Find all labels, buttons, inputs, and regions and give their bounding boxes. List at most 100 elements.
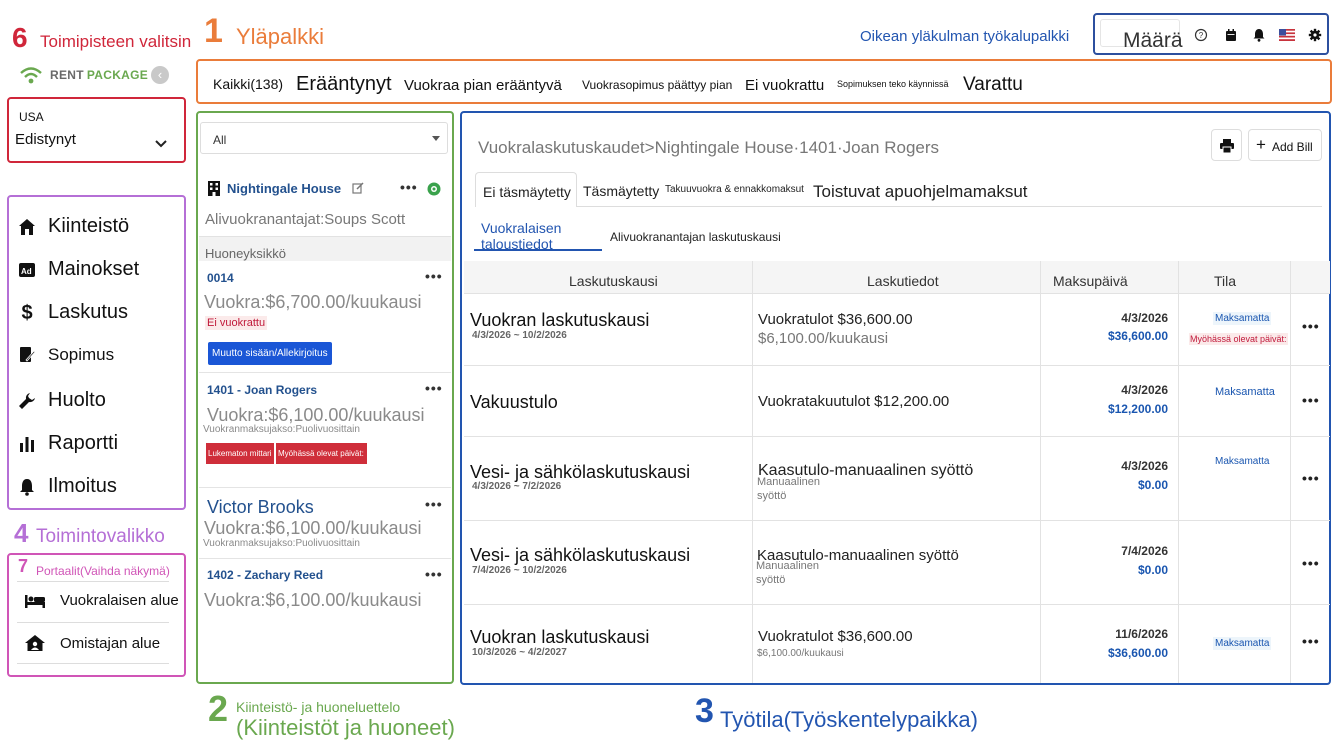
row-more-icon[interactable]: ••• [1302,633,1320,649]
table-row-range: 7/4/2026 ~ 10/2/2026 [472,565,567,576]
tab-unreconciled-label: Ei täsmäytetty [483,184,571,200]
divider [464,436,1330,437]
wifi-house-icon [20,67,42,84]
portal-tenant[interactable]: Vuokralaisen alue [24,592,179,609]
menu-item-laskutus[interactable]: $ Laskutus [18,301,128,324]
calendar-icon[interactable] [1224,28,1238,42]
print-icon [1220,139,1234,153]
subtab-sublandlord-billing[interactable]: Alivuokranantajan laskutuskausi [610,230,781,244]
room-more-icon[interactable]: ••• [425,496,443,512]
table-row-info-sub: Manuaalinen syöttö [757,476,820,502]
svg-text:?: ? [1199,31,1204,40]
sublandlord: Alivuokranantajat:Soups Scott [205,211,406,228]
settings-gear-icon[interactable] [1308,28,1322,42]
menu-item-label: Laskutus [48,301,129,323]
table-row-period[interactable]: Vakuustulo [470,392,558,413]
filter-contract-in-progress[interactable]: Sopimuksen teko käynnissä [837,79,949,89]
toolbar-quantity[interactable]: Määrä [1123,29,1183,53]
annotation-label-selector: Toimipisteen valitsin [40,32,192,51]
chevron-down-icon[interactable] [155,140,167,148]
table-row-amount: $0.00 [1137,478,1168,492]
menu-item-label: Kiinteistö [48,215,130,237]
tab-unreconciled[interactable]: Ei täsmäytetty [475,172,577,207]
menu-item-label: Ilmoitus [48,475,117,497]
property-name[interactable]: Nightingale House [227,181,341,196]
portal-tenant-label: Vuokralaisen alue [60,592,179,609]
ad-icon: Ad [19,262,35,277]
divider [464,293,1330,294]
menu-item-label: Sopimus [48,345,115,364]
portal-owner[interactable]: Omistajan alue [24,634,160,652]
divider [199,558,451,559]
row-more-icon[interactable]: ••• [1302,318,1320,334]
dollar-icon: $ [21,301,33,324]
print-button[interactable] [1211,129,1242,161]
column-payment-date: Maksupäivä [1053,273,1128,289]
property-filter-select[interactable]: All [200,122,448,154]
table-row-period[interactable]: Vuokran laskutuskausi [470,310,649,331]
table-row-period[interactable]: Vesi- ja sähkölaskutuskausi [470,462,690,483]
subtab-tenant-finance[interactable]: Vuokralaisen taloustiedot [474,219,602,251]
row-more-icon[interactable]: ••• [1302,392,1320,408]
filter-rent-due-soon[interactable]: Vuokraa pian erääntyvä [404,77,562,94]
table-row-period[interactable]: Vesi- ja sähkölaskutuskausi [470,545,690,566]
divider [1178,261,1179,683]
property-header[interactable]: Nightingale House ••• [207,179,447,200]
add-bill-button[interactable]: + Add Bill [1248,129,1322,161]
visible-eye-icon[interactable] [427,182,441,196]
us-flag-icon[interactable] [1279,29,1295,41]
tab-reconciled[interactable]: Täsmäytetty [583,183,659,199]
menu-item-ilmoitus[interactable]: Ilmoitus [18,475,117,498]
chevron-left-icon[interactable]: ‹ [151,66,169,84]
divider [464,520,1330,521]
badge-unread-meter: Lukematon mittari [206,443,274,464]
menu-item-raportti[interactable]: Raportti [18,432,118,455]
menu-item-kiinteisto[interactable]: Kiinteistö [18,215,129,238]
tab-recurring-utilities[interactable]: Toistuvat apuohjelmamaksut [813,182,1028,202]
menu-item-huolto[interactable]: Huolto [18,389,106,412]
annotation-label-workspace: Työtila(Työskentelypaikka) [720,707,978,732]
table-row-period[interactable]: Vuokran laskutuskausi [470,627,649,648]
room-rent: Vuokra:$6,100.00/kuukausi [204,518,422,538]
table-row-date: 4/3/2026 [1121,459,1168,473]
room-code[interactable]: 1401 - Joan Rogers [207,383,317,397]
table-row-info: Vuokratakuutulot $12,200.00 [758,393,950,410]
filter-reserved[interactable]: Varattu [963,74,1023,96]
tab-deposits[interactable]: Takuuvuokra & ennakkomaksut [665,184,804,195]
location-value: Edistynyt [15,131,76,148]
filter-overdue[interactable]: Erääntynyt [296,73,392,96]
house-user-icon [25,635,45,651]
room-code[interactable]: 0014 [207,271,234,285]
annotation-label-menu: Toimintovalikko [36,526,165,547]
annotation-label-toolbar: Oikean yläkulman työkalupalkki [860,28,1070,45]
room-more-icon[interactable]: ••• [425,380,443,396]
menu-item-mainokset[interactable]: Ad Mainokset [18,258,139,281]
contract-icon [20,347,36,362]
subtab-tenant-finance-label: Vuokralaisen taloustiedot [481,220,562,251]
filter-not-rented[interactable]: Ei vuokrattu [745,77,824,94]
annotation-number-selector: 6 [12,22,28,53]
bell-icon[interactable] [1252,28,1266,42]
room-more-icon[interactable]: ••• [425,268,443,284]
table-row-date: 4/3/2026 [1121,383,1168,397]
status-badge: Maksamatta [1215,386,1275,398]
room-more-icon[interactable]: ••• [425,566,443,582]
filter-all[interactable]: Kaikki(138) [213,76,283,92]
divider [464,604,1330,605]
rent-package-logo: RENT PACKAGE [18,62,148,88]
property-more-icon[interactable]: ••• [400,179,418,195]
menu-item-sopimus[interactable]: Sopimus [18,345,114,365]
tenant-name[interactable]: Victor Brooks [207,497,314,518]
room-payment-cycle: Vuokranmaksujakso:Puolivuosittain [203,538,360,549]
edit-icon[interactable] [352,182,364,194]
help-icon[interactable]: ? [1194,28,1208,42]
row-more-icon[interactable]: ••• [1302,555,1320,571]
row-more-icon[interactable]: ••• [1302,470,1320,486]
filter-lease-ending-soon[interactable]: Vuokrasopimus päättyy pian [582,78,732,92]
table-row-date: 7/4/2026 [1121,544,1168,558]
breadcrumb: Vuokralaskutuskaudet>Nightingale House·1… [478,138,940,157]
room-code[interactable]: 1402 - Zachary Reed [207,568,323,582]
location-selector[interactable]: USA Edistynyt [7,97,186,163]
divider [199,487,451,488]
move-in-sign-button[interactable]: Muutto sisään/Allekirjoitus [208,342,332,365]
